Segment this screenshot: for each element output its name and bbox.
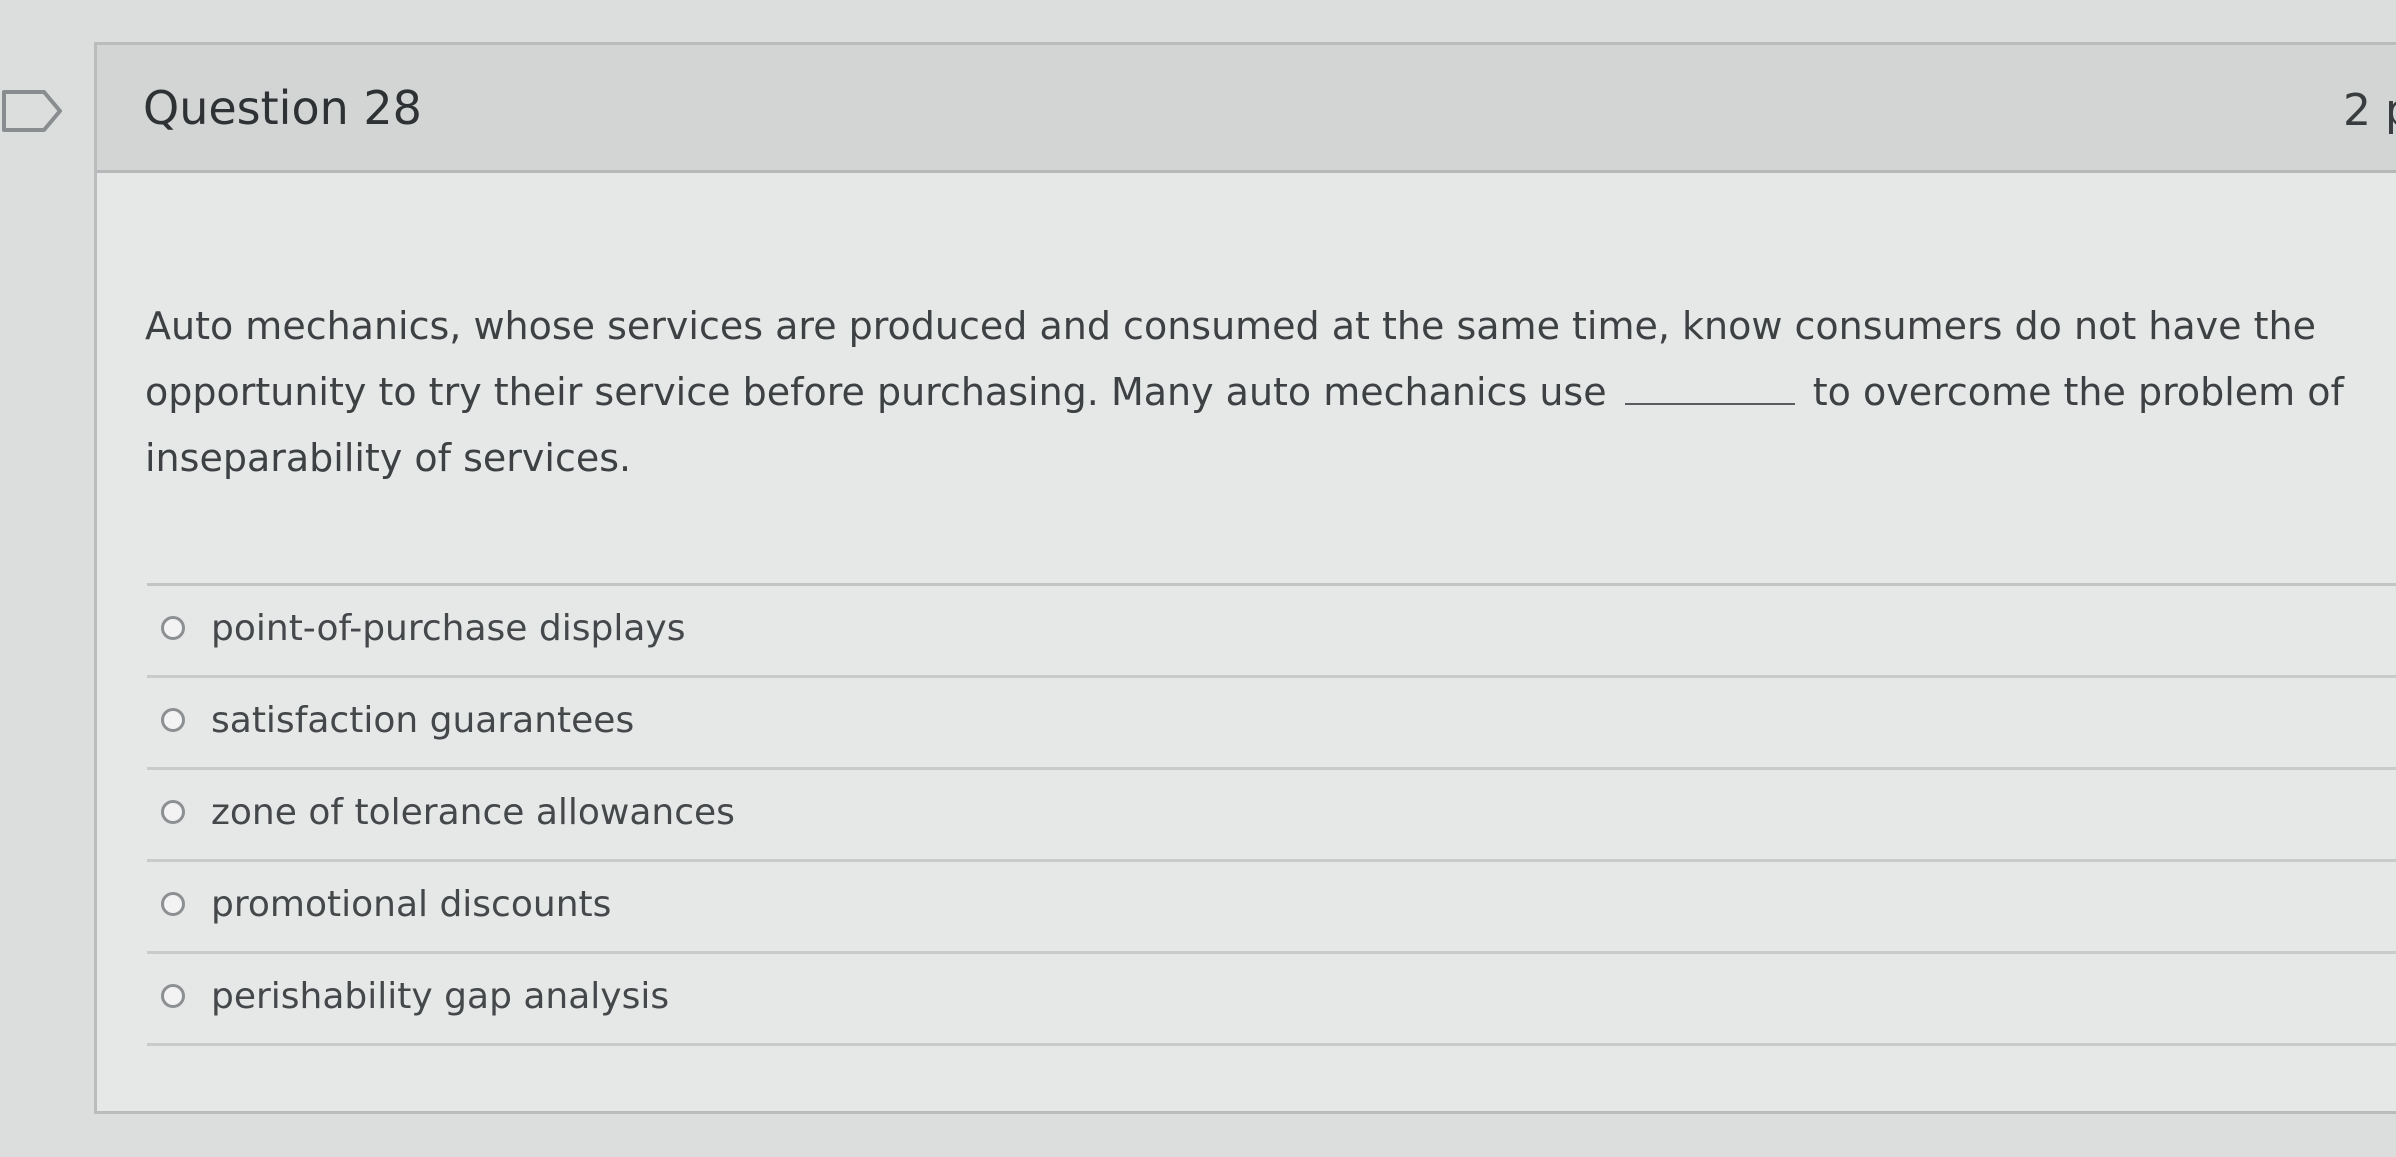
answer-option[interactable]: perishability gap analysis xyxy=(147,954,2396,1046)
question-text: Auto mechanics, whose services are produ… xyxy=(145,293,2385,491)
answer-option[interactable]: zone of tolerance allowances xyxy=(147,770,2396,862)
radio-button-icon[interactable] xyxy=(161,616,185,640)
radio-button-icon[interactable] xyxy=(161,708,185,732)
answer-option[interactable]: satisfaction guarantees xyxy=(147,678,2396,770)
answer-label[interactable]: zone of tolerance allowances xyxy=(211,792,735,833)
bookmark-flag-icon[interactable] xyxy=(0,88,66,134)
answer-option[interactable]: point-of-purchase displays xyxy=(147,586,2396,678)
answer-label[interactable]: satisfaction guarantees xyxy=(211,700,634,741)
question-header: Question 28 2 p xyxy=(97,45,2396,173)
question-card: Question 28 2 p Auto mechanics, whose se… xyxy=(94,42,2396,1114)
answer-blank xyxy=(1624,365,1795,405)
radio-button-icon[interactable] xyxy=(161,892,185,916)
question-title: Question 28 xyxy=(143,81,422,135)
answer-label[interactable]: perishability gap analysis xyxy=(211,976,669,1017)
answer-label[interactable]: promotional discounts xyxy=(211,884,611,925)
answer-label[interactable]: point-of-purchase displays xyxy=(211,608,685,649)
question-points: 2 p xyxy=(2343,85,2396,136)
radio-button-icon[interactable] xyxy=(161,984,185,1008)
answer-option[interactable]: promotional discounts xyxy=(147,862,2396,954)
radio-button-icon[interactable] xyxy=(161,800,185,824)
answer-list: point-of-purchase displays satisfaction … xyxy=(147,583,2396,1046)
